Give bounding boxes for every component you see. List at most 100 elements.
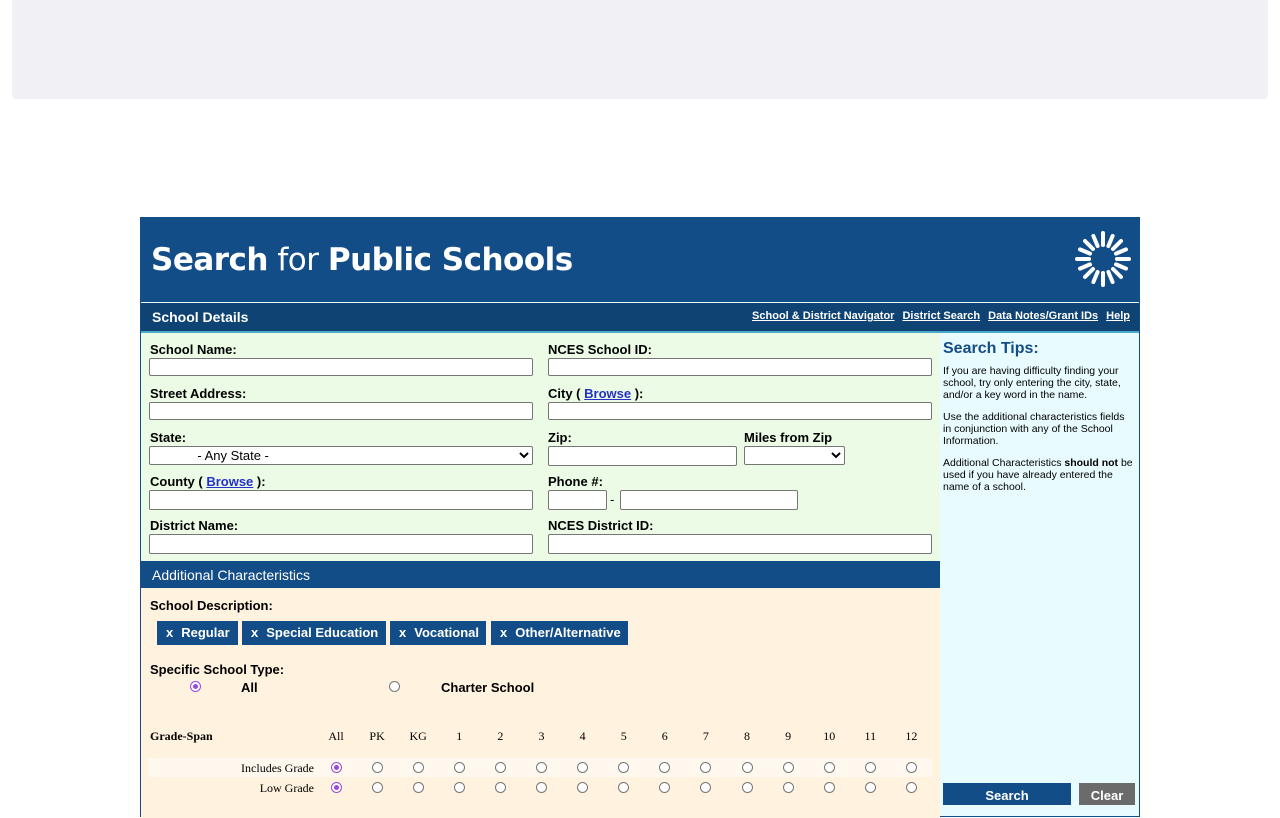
grade-radio-includes-7[interactable]: [700, 762, 712, 773]
grade-radio-low-3[interactable]: [536, 782, 547, 793]
page-title: Search for Public Schools: [151, 242, 573, 278]
school-details-form: School Name: NCES School ID: Street Addr…: [141, 333, 940, 562]
school-name-label: School Name:: [150, 342, 237, 357]
grade-row-label: Low Grade: [259, 781, 314, 795]
nav-link-help[interactable]: Help: [1106, 310, 1130, 322]
school-description-label: School Description:: [150, 598, 273, 613]
school-type-charter-radio[interactable]: [389, 681, 400, 692]
nces-school-id-label: NCES School ID:: [548, 342, 653, 357]
district-name-input[interactable]: [149, 534, 533, 554]
grade-radio-low-2[interactable]: [494, 782, 506, 793]
title-bar: Search for Public Schools: [141, 218, 1139, 302]
nav-links: School & District Navigator District Sear…: [744, 310, 1130, 322]
city-input[interactable]: [548, 402, 932, 420]
county-browse-link[interactable]: Browse: [206, 474, 253, 489]
street-address-input[interactable]: [149, 402, 533, 420]
section-bar: School Details School & District Navigat…: [141, 303, 1139, 333]
search-tip-2: Use the additional characteristics field…: [943, 411, 1125, 447]
grade-radio-includes-10[interactable]: [823, 762, 835, 773]
grade-radio-includes-all[interactable]: [330, 762, 342, 773]
county-input[interactable]: [149, 490, 533, 510]
grade-radio-includes-5[interactable]: [618, 762, 630, 773]
sunburst-logo-icon: [1075, 231, 1131, 287]
grade-column-header: 3: [538, 729, 545, 743]
grade-radio-low-7[interactable]: [700, 782, 712, 793]
grade-radio-low-10[interactable]: [823, 782, 835, 793]
school-name-input[interactable]: [149, 358, 533, 376]
search-tip-3: Additional Characteristics should not be…: [943, 457, 1133, 493]
remove-icon: x: [251, 625, 259, 640]
grade-row-includes: Includes Grade: [148, 758, 932, 777]
grade-radio-low-6[interactable]: [659, 782, 671, 793]
state-select[interactable]: - Any State -: [149, 446, 533, 465]
grade-radio-low-4[interactable]: [577, 782, 589, 793]
nav-link-data-notes[interactable]: Data Notes/Grant IDs: [988, 310, 1098, 322]
grade-radio-low-kg[interactable]: [412, 782, 424, 793]
city-label: City ( Browse ):: [548, 386, 644, 401]
grade-radio-includes-11[interactable]: [864, 762, 876, 773]
grade-radio-includes-pk[interactable]: [371, 762, 383, 773]
miles-from-zip-select[interactable]: [744, 446, 845, 465]
grade-column-header: KG: [409, 729, 427, 743]
search-tips-title: Search Tips:: [943, 340, 1039, 357]
grade-radio-low-1[interactable]: [453, 782, 465, 793]
district-name-label: District Name:: [150, 518, 239, 533]
street-address-label: Street Address:: [150, 386, 247, 401]
grade-radio-includes-2[interactable]: [494, 762, 506, 773]
grade-span-title: Grade-Span: [150, 729, 213, 743]
grade-column-header: PK: [369, 729, 385, 743]
grade-radio-low-pk[interactable]: [371, 782, 383, 793]
additional-characteristics-form: School Description: x Regular x Special Ed…: [141, 588, 940, 818]
remove-icon: x: [166, 625, 174, 640]
nces-district-id-label: NCES District ID:: [548, 518, 654, 533]
grade-row-low: Low Grade: [148, 778, 932, 797]
school-type-all-label: All: [241, 680, 258, 695]
zip-input[interactable]: [548, 446, 737, 466]
search-button[interactable]: Search: [943, 783, 1071, 805]
grade-radio-includes-6[interactable]: [659, 762, 671, 773]
grade-radio-includes-9[interactable]: [782, 762, 794, 773]
phone-label: Phone #:: [548, 474, 603, 489]
grade-column-header: 4: [579, 729, 586, 743]
grade-row-label: Includes Grade: [241, 761, 314, 775]
nav-link-navigator[interactable]: School & District Navigator: [752, 310, 894, 322]
grade-column-header: 11: [864, 729, 877, 743]
grade-column-header: 12: [905, 729, 918, 743]
grade-radio-includes-1[interactable]: [453, 762, 465, 773]
remove-icon: x: [399, 625, 407, 640]
grade-radio-low-all[interactable]: [330, 782, 342, 793]
school-type-all-radio[interactable]: [190, 681, 201, 692]
nces-school-id-input[interactable]: [548, 358, 932, 376]
top-banner: [12, 0, 1268, 99]
grade-radio-low-9[interactable]: [782, 782, 794, 793]
grade-radio-includes-4[interactable]: [577, 762, 589, 773]
city-browse-link[interactable]: Browse: [584, 386, 631, 401]
grade-radio-low-12[interactable]: [905, 782, 917, 793]
grade-column-header: 5: [620, 729, 627, 743]
clear-button[interactable]: Clear: [1079, 783, 1135, 805]
phone-number-input[interactable]: [620, 490, 798, 510]
miles-from-zip-label: Miles from Zip: [744, 430, 833, 445]
nav-link-district-search[interactable]: District Search: [902, 310, 980, 322]
phone-separator: -: [610, 492, 615, 507]
grade-radio-low-11[interactable]: [864, 782, 876, 793]
zip-label: Zip:: [548, 430, 572, 445]
grade-radio-includes-kg[interactable]: [412, 762, 424, 773]
chip-other-alternative[interactable]: x Other/Alternative: [491, 621, 628, 645]
chip-special-education[interactable]: x Special Education: [242, 621, 386, 645]
section-title: School Details: [152, 309, 249, 325]
search-tips: Search Tips: If you are having difficult…: [943, 340, 1135, 503]
chip-regular[interactable]: x Regular: [157, 621, 238, 645]
grade-column-header: 8: [744, 729, 750, 743]
grade-radio-low-5[interactable]: [618, 782, 630, 793]
state-label: State:: [150, 430, 187, 445]
grade-column-header: 9: [785, 729, 792, 743]
additional-characteristics-title: Additional Characteristics: [152, 567, 310, 583]
chip-vocational[interactable]: x Vocational: [390, 621, 486, 645]
grade-radio-includes-12[interactable]: [905, 762, 917, 773]
nces-district-id-input[interactable]: [548, 534, 932, 554]
grade-radio-includes-3[interactable]: [536, 762, 547, 773]
grade-radio-low-8[interactable]: [741, 782, 753, 793]
grade-radio-includes-8[interactable]: [741, 762, 753, 773]
phone-area-input[interactable]: [548, 490, 607, 510]
